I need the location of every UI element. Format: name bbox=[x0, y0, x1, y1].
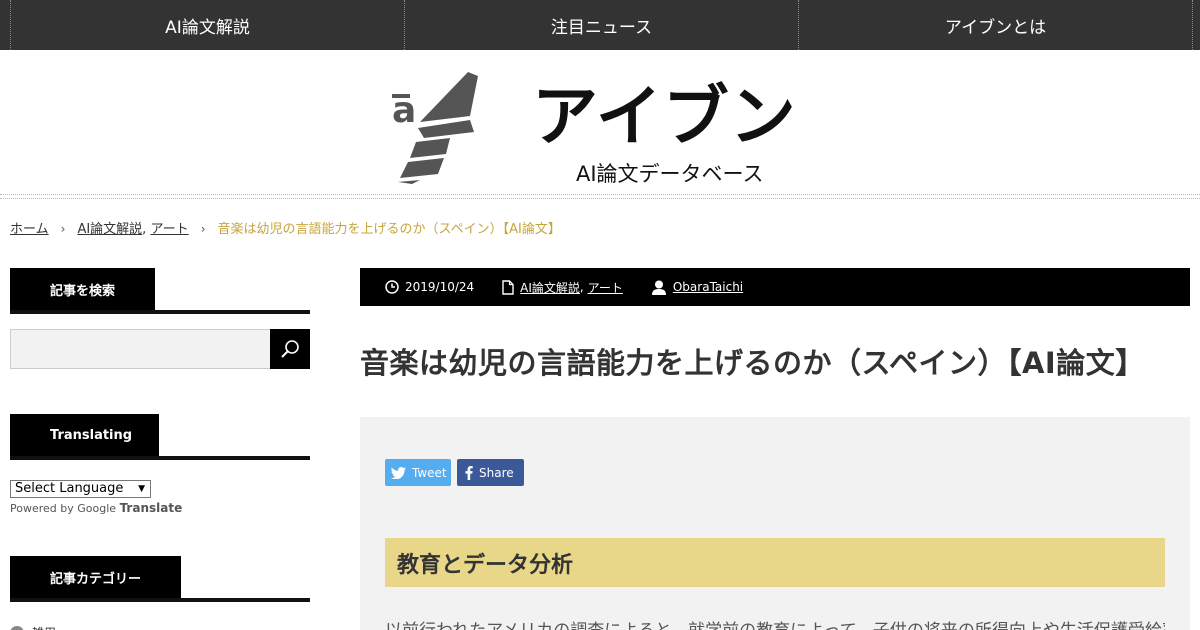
article-date-text: 2019/10/24 bbox=[405, 280, 475, 294]
chevron-down-icon: ▼ bbox=[138, 484, 145, 494]
article-author-link[interactable]: ObaraTaichi bbox=[673, 280, 743, 294]
breadcrumb-home[interactable]: ホーム bbox=[10, 222, 49, 237]
breadcrumb-category-ai-papers[interactable]: AI論文解説 bbox=[77, 222, 142, 237]
article-author: ObaraTaichi bbox=[651, 280, 743, 295]
tweet-label: Tweet bbox=[412, 465, 447, 480]
nav-item-featured-news[interactable]: 注目ニュース bbox=[404, 0, 798, 50]
article-categories: AI論文解説, アート bbox=[502, 279, 623, 296]
translate-widget-title: Translating bbox=[10, 414, 159, 456]
breadcrumb: ホーム › AI論文解説, アート › 音楽は幼児の言語能力を上げるのか（スペイン）【A… bbox=[10, 218, 561, 237]
tweet-button[interactable]: Tweet bbox=[385, 459, 451, 486]
breadcrumb-current: 音楽は幼児の言語能力を上げるのか（スペイン）【AI論文】 bbox=[217, 222, 561, 237]
logo-title: アイブン bbox=[532, 77, 797, 155]
powered-by-google: Powered by Google Translate bbox=[10, 501, 182, 515]
breadcrumb-separator: › bbox=[200, 222, 206, 236]
search-widget-header: 記事を検索 bbox=[10, 268, 310, 314]
article-meta-bar: 2019/10/24 AI論文解説, アート ObaraTaichi bbox=[360, 268, 1190, 306]
powered-by-label: Powered by bbox=[10, 502, 74, 515]
search-input[interactable] bbox=[10, 329, 271, 369]
facebook-share-button[interactable]: Share bbox=[457, 459, 524, 486]
top-nav: AI論文解説 注目ニュース アイブンとは bbox=[0, 0, 1200, 50]
search-button[interactable] bbox=[270, 329, 310, 369]
category-widget-header: 記事カテゴリー bbox=[10, 556, 310, 602]
bee-logo-icon: a bbox=[392, 72, 478, 184]
clock-icon bbox=[385, 280, 399, 294]
language-select[interactable]: Select Language ▼ bbox=[10, 480, 151, 498]
category-widget-title: 記事カテゴリー bbox=[10, 556, 181, 598]
article-title: 音楽は幼児の言語能力を上げるのか（スペイン）【AI論文】 bbox=[360, 346, 1145, 380]
article-body-text: 以前行われたアメリカの調査によると、就学前の教育によって、子供の将来の所得向上や… bbox=[385, 616, 1165, 630]
google-logo: Google bbox=[77, 502, 117, 515]
article-content: Tweet Share 教育とデータ分析 以前行われたアメリカの調査によると、就… bbox=[360, 417, 1190, 630]
document-icon bbox=[502, 279, 514, 295]
facebook-icon bbox=[465, 465, 473, 480]
google-translate-link[interactable]: Translate bbox=[120, 501, 183, 515]
article-category-ai-papers[interactable]: AI論文解説 bbox=[520, 279, 580, 296]
search-form bbox=[10, 329, 310, 369]
logo-subtitle: AI論文データベース bbox=[576, 162, 764, 186]
nav-item-ai-papers[interactable]: AI論文解説 bbox=[10, 0, 404, 50]
twitter-icon bbox=[391, 466, 406, 479]
category-item[interactable]: 雑用 bbox=[10, 624, 56, 630]
site-logo[interactable]: a アイブン AI論文データベース bbox=[390, 72, 820, 190]
language-select-value: Select Language bbox=[15, 481, 124, 496]
bullet-icon bbox=[10, 625, 24, 630]
translate-widget-header: Translating bbox=[10, 414, 310, 460]
article-category-art[interactable]: アート bbox=[588, 279, 623, 296]
section-heading: 教育とデータ分析 bbox=[385, 538, 1165, 587]
sidebar: 記事を検索 Translating Select Language ▼ Powe… bbox=[10, 268, 310, 630]
search-icon bbox=[281, 340, 299, 358]
article-category-comma: , bbox=[579, 280, 584, 294]
breadcrumb-separator: › bbox=[60, 222, 66, 236]
nav-divider bbox=[1192, 0, 1200, 50]
category-item-label: 雑用 bbox=[32, 624, 56, 630]
user-icon bbox=[651, 280, 666, 295]
breadcrumb-comma: , bbox=[142, 222, 147, 237]
site-header: a アイブン AI論文データベース bbox=[0, 50, 1200, 199]
share-label: Share bbox=[479, 465, 514, 480]
nav-item-about[interactable]: アイブンとは bbox=[798, 0, 1192, 50]
breadcrumb-category-art[interactable]: アート bbox=[150, 222, 188, 237]
search-widget-title: 記事を検索 bbox=[10, 268, 155, 310]
article-date: 2019/10/24 bbox=[385, 280, 474, 294]
